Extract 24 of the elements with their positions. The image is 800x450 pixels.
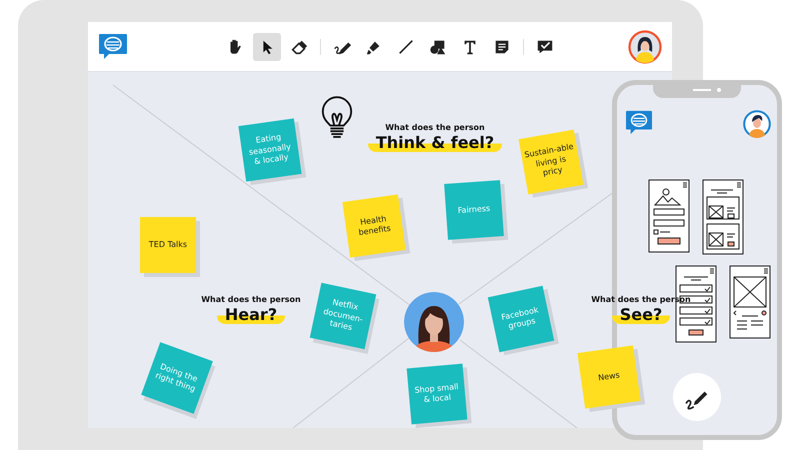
question-text: What does the person <box>201 295 301 304</box>
sticky-note[interactable]: Shop small & local <box>406 364 468 424</box>
shapes-icon <box>429 38 447 56</box>
sticky-note[interactable]: Health benefits <box>342 194 406 258</box>
user-avatar-icon[interactable] <box>743 110 771 138</box>
pointer-tool-button[interactable] <box>253 32 281 60</box>
person-avatar-icon <box>404 292 464 352</box>
light-bulb-icon <box>320 96 354 140</box>
user-avatar-icon[interactable] <box>628 30 662 64</box>
sticky-note[interactable]: Sustain-able living is pricy <box>518 130 584 194</box>
draw-button[interactable] <box>673 373 721 421</box>
question-text: What does the person <box>385 123 485 132</box>
line-icon <box>397 38 415 56</box>
sticky-note[interactable]: News <box>577 345 641 409</box>
sticky-note[interactable]: Facebook groups <box>488 286 554 352</box>
sticky-note[interactable]: Netflix documen-taries <box>310 282 376 350</box>
eraser-icon <box>290 38 308 56</box>
note-icon <box>493 38 511 56</box>
chat-logo-icon <box>98 32 128 60</box>
sticky-note[interactable]: Eating seasonally & locally <box>238 118 302 182</box>
sticky-note[interactable]: Fairness <box>444 180 504 240</box>
comment-icon <box>536 38 554 56</box>
chat-logo-icon <box>625 110 653 136</box>
sticky-note[interactable]: TED Talks <box>140 217 196 273</box>
